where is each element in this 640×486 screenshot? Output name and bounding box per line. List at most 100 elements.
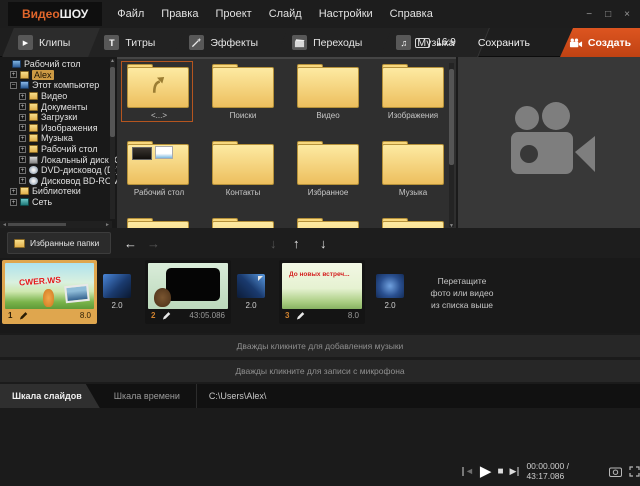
save-button[interactable]: Сохранить: [478, 37, 530, 49]
snapshot-button[interactable]: [609, 466, 622, 477]
titles-icon: T: [104, 35, 119, 50]
menu-project[interactable]: Проект: [215, 8, 251, 20]
expander-icon[interactable]: −: [10, 82, 17, 89]
expander-icon[interactable]: +: [19, 93, 26, 100]
previous-frame-button[interactable]: ◄: [462, 466, 474, 476]
timeline-transition-1[interactable]: 2.0: [103, 274, 131, 310]
expander-icon[interactable]: +: [19, 114, 26, 121]
folder-item-video[interactable]: [297, 64, 359, 108]
folder-item[interactable]: [382, 218, 444, 228]
menu-slide[interactable]: Слайд: [269, 8, 302, 20]
tree-item-videos[interactable]: + Видео: [0, 91, 117, 102]
expander-icon[interactable]: +: [10, 188, 17, 195]
grid-vertical-scrollbar[interactable]: [449, 63, 454, 227]
scroll-up-icon[interactable]: ▲: [110, 59, 115, 64]
expander-icon[interactable]: +: [19, 167, 26, 174]
tab-transitions-label: Переходы: [313, 37, 362, 49]
tab-time-scale[interactable]: Шкала времени: [114, 391, 180, 401]
menu-file[interactable]: Файл: [117, 8, 144, 20]
favorite-folders-button[interactable]: Избранные папки: [7, 232, 111, 254]
maximize-button[interactable]: □: [605, 9, 611, 20]
playback-controls: ◄ ▶ ■ ▶ 00:00.000 / 43:17.086: [458, 456, 640, 486]
microphone-track[interactable]: Дважды кликните для записи с микрофона: [0, 360, 640, 382]
expander-icon[interactable]: +: [19, 177, 26, 184]
move-up-button[interactable]: ↑: [293, 228, 300, 258]
expander-icon[interactable]: +: [19, 156, 26, 163]
transition-duration: 2.0: [376, 301, 404, 310]
tree-item-this-pc[interactable]: − Этот компьютер: [0, 80, 117, 91]
folder-icon-large: [212, 144, 274, 185]
create-button[interactable]: Создать: [560, 28, 640, 57]
tab-titles[interactable]: T Титры: [90, 28, 175, 57]
expander-icon[interactable]: +: [19, 124, 26, 131]
minimize-button[interactable]: −: [586, 9, 592, 20]
timeline-slide-3[interactable]: До новых встреч... 3 8.0: [279, 260, 365, 324]
timeline-slide-2[interactable]: 2 43:05.086: [145, 260, 231, 324]
clips-icon: ▶: [18, 35, 33, 50]
tab-titles-label: Титры: [125, 37, 155, 49]
tree-item-network[interactable]: + Сеть: [0, 197, 117, 208]
tree-item-dvd-drive[interactable]: + DVD-дисковод (D:): [0, 165, 117, 176]
folder-icon: [29, 103, 38, 111]
edit-pencil-icon[interactable]: [296, 311, 305, 320]
expander-icon[interactable]: +: [19, 135, 26, 142]
folder-up-item[interactable]: [127, 64, 189, 108]
folder-item-music[interactable]: [382, 141, 444, 185]
folder-item[interactable]: [127, 218, 189, 228]
preview-panel: [458, 57, 640, 228]
fullscreen-button[interactable]: [629, 466, 640, 477]
menu-settings[interactable]: Настройки: [319, 8, 373, 20]
close-button[interactable]: ×: [624, 9, 630, 20]
menu-help[interactable]: Справка: [390, 8, 433, 20]
timeline-transition-2[interactable]: 2.0: [237, 274, 265, 310]
folder-item-desktop[interactable]: [127, 141, 189, 185]
next-frame-button[interactable]: ▶: [510, 466, 520, 477]
hard-disk-icon: [29, 156, 38, 164]
timeline-slide-1[interactable]: CWER.WS 1 8.0: [2, 260, 97, 324]
network-icon: [20, 198, 29, 206]
folder-item-contacts[interactable]: [212, 141, 274, 185]
tree-hscroll-thumb[interactable]: [8, 223, 66, 226]
edit-pencil-icon[interactable]: [19, 311, 28, 320]
expander-icon[interactable]: +: [10, 199, 17, 206]
tree-item-local-disk-c[interactable]: + Локальный диск (C:): [0, 154, 117, 165]
edit-pencil-icon[interactable]: [162, 311, 171, 320]
tree-vertical-scrollbar[interactable]: [110, 59, 115, 219]
slide-number: 3: [285, 311, 289, 320]
folder-item-favorites[interactable]: [297, 141, 359, 185]
prev-icon: ◄: [465, 466, 474, 476]
tree-item-downloads[interactable]: + Загрузки: [0, 112, 117, 123]
tree-item-desktop[interactable]: + Рабочий стол: [0, 144, 117, 155]
tree-item-bdrom-drive[interactable]: + Дисковод BD-ROM: [0, 176, 117, 187]
music-track[interactable]: Дважды кликните для добавления музыки: [0, 335, 640, 357]
tree-item-music[interactable]: + Музыка: [0, 133, 117, 144]
folder-item[interactable]: [297, 218, 359, 228]
back-button[interactable]: ←: [124, 228, 137, 258]
tab-effects[interactable]: Эффекты: [175, 28, 278, 57]
tree-item-desktop-root[interactable]: Рабочий стол: [0, 59, 117, 70]
tree-item-pictures[interactable]: + Изображения: [0, 123, 117, 134]
folder-item[interactable]: [212, 218, 274, 228]
folder-item-searches[interactable]: [212, 64, 274, 108]
play-button[interactable]: ▶: [480, 462, 492, 480]
tab-clips[interactable]: ▶ Клипы: [4, 28, 90, 57]
tab-transitions[interactable]: Переходы: [278, 28, 382, 57]
add-to-project-button[interactable]: ↓: [320, 228, 640, 258]
scroll-right-icon[interactable]: ►: [105, 222, 110, 228]
grid-vscroll-thumb[interactable]: [449, 69, 454, 165]
expander-icon[interactable]: +: [10, 71, 17, 78]
tree-item-label: Дисковод BD-ROM: [41, 176, 117, 186]
scroll-left-icon[interactable]: ◄: [2, 222, 7, 228]
expander-icon[interactable]: +: [19, 103, 26, 110]
expander-icon[interactable]: +: [19, 146, 26, 153]
folder-item-pictures[interactable]: [382, 64, 444, 108]
tree-item-libraries[interactable]: + Библиотеки: [0, 186, 117, 197]
menu-edit[interactable]: Правка: [161, 8, 198, 20]
tab-slide-scale[interactable]: Шкала слайдов: [0, 384, 100, 408]
timeline-transition-3[interactable]: 2.0: [376, 274, 404, 310]
tree-item-documents[interactable]: + Документы: [0, 101, 117, 112]
tree-vscroll-thumb[interactable]: [110, 67, 115, 137]
window-controls: − □ ×: [586, 0, 630, 28]
tree-item-alex[interactable]: + Alex: [0, 70, 117, 81]
stop-button[interactable]: ■: [497, 466, 503, 477]
